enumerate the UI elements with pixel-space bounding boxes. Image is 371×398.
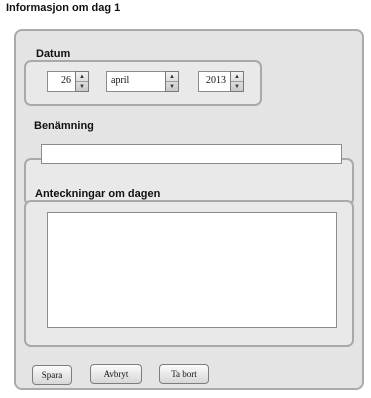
window-title: Informasjon om dag 1 [6, 2, 121, 14]
day-spinner-buttons: ▲ ▼ [75, 71, 89, 92]
cancel-button[interactable]: Avbryt [90, 364, 142, 384]
benamning-input[interactable] [41, 144, 342, 164]
save-button[interactable]: Spara [32, 365, 72, 385]
down-arrow-icon[interactable]: ▼ [231, 81, 243, 91]
year-spinner-buttons: ▲ ▼ [230, 71, 244, 92]
year-spinner[interactable]: 2013 ▲ ▼ [198, 71, 244, 92]
delete-button[interactable]: Ta bort [159, 364, 209, 384]
down-arrow-icon[interactable]: ▼ [76, 81, 88, 91]
down-arrow-icon[interactable]: ▼ [166, 81, 178, 91]
up-arrow-icon[interactable]: ▲ [76, 72, 88, 81]
day-spinner-value[interactable]: 26 [47, 71, 75, 92]
up-arrow-icon[interactable]: ▲ [231, 72, 243, 81]
day-spinner[interactable]: 26 ▲ ▼ [47, 71, 89, 92]
year-spinner-value[interactable]: 2013 [198, 71, 230, 92]
day-info-panel: Datum 26 ▲ ▼ april ▲ ▼ 2013 ▲ ▼ Benämnin… [14, 29, 364, 390]
anteckningar-textarea[interactable] [47, 212, 337, 328]
day-info-window: Informasjon om dag 1 Datum 26 ▲ ▼ april … [0, 0, 371, 398]
anteckningar-label: Anteckningar om dagen [35, 188, 161, 200]
month-spinner-buttons: ▲ ▼ [165, 71, 179, 92]
datum-label: Datum [36, 48, 71, 60]
month-spinner[interactable]: april ▲ ▼ [106, 71, 179, 92]
benamning-label: Benämning [34, 120, 94, 132]
up-arrow-icon[interactable]: ▲ [166, 72, 178, 81]
month-spinner-value[interactable]: april [106, 71, 165, 92]
